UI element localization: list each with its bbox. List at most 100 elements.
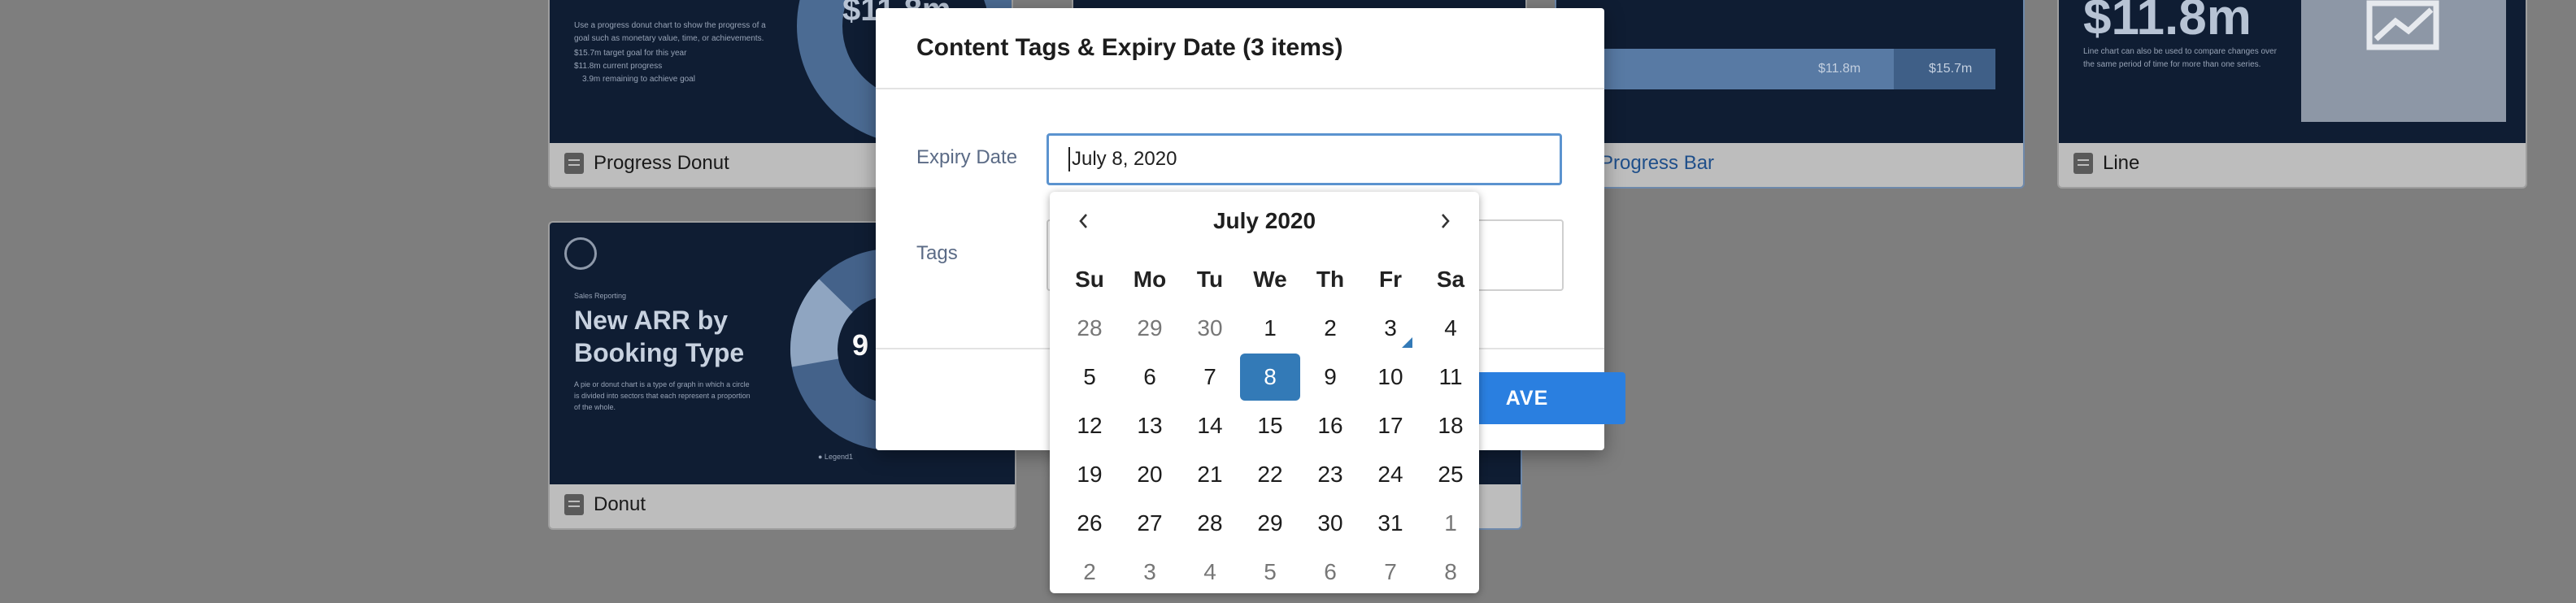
calendar-grid: Su Mo Tu We Th Fr Sa 28 29 30 1 2 3 4 5 6 7 8 9 10 11 12 13 14 1… — [1060, 255, 1481, 596]
document-icon — [2073, 153, 2093, 174]
calendar-day[interactable]: 17 — [1360, 401, 1421, 450]
card-stat-lines: $15.7m target goal for this year $11.8m … — [574, 49, 695, 84]
calendar-day-label: 29 — [1257, 510, 1283, 536]
calendar-day[interactable]: 12 — [1060, 401, 1120, 450]
calendar-day[interactable]: 23 — [1300, 450, 1360, 499]
progress-bar-track: $11.8m $15.7m — [1589, 49, 1995, 89]
calendar-day[interactable]: 1 — [1240, 304, 1300, 353]
calendar-day-label: 9 — [1324, 364, 1337, 389]
calendar-day[interactable]: 14 — [1180, 401, 1240, 450]
card-description: A pie or donut chart is a type of graph … — [574, 380, 751, 411]
calendar-day-label: 21 — [1197, 462, 1223, 487]
calendar-day[interactable]: 24 — [1360, 450, 1421, 499]
calendar-day[interactable]: 5 — [1060, 353, 1120, 401]
chevron-right-icon[interactable] — [1430, 206, 1460, 236]
calendar-day[interactable]: 30 — [1180, 304, 1240, 353]
calendar-day-label: 13 — [1137, 413, 1163, 438]
calendar-day[interactable]: 6 — [1120, 353, 1180, 401]
calendar-day[interactable]: 29 — [1120, 304, 1180, 353]
calendar-day[interactable]: 16 — [1300, 401, 1360, 450]
calendar-day-label: 4 — [1203, 559, 1216, 584]
calendar-day-label: 28 — [1197, 510, 1223, 536]
calendar-day[interactable]: 2 — [1060, 548, 1120, 596]
calendar-day[interactable]: 25 — [1421, 450, 1481, 499]
calendar-day[interactable]: 26 — [1060, 499, 1120, 548]
calendar-day-label: 25 — [1438, 462, 1464, 487]
document-icon — [564, 153, 584, 174]
calendar-day[interactable]: 29 — [1240, 499, 1300, 548]
calendar-day[interactable]: 5 — [1240, 548, 1300, 596]
card-line[interactable]: $11.8m Line chart can also be used to co… — [2057, 0, 2527, 189]
calendar-day[interactable]: 21 — [1180, 450, 1240, 499]
expiry-date-input[interactable]: July 8, 2020 — [1046, 133, 1562, 185]
calendar-day[interactable]: 15 — [1240, 401, 1300, 450]
weekday-header: Th — [1316, 267, 1345, 292]
calendar-day[interactable]: 6 — [1300, 548, 1360, 596]
card-label: Progress Bar — [1600, 152, 1715, 174]
calendar-day[interactable]: 4 — [1421, 304, 1481, 353]
calendar-day[interactable]: 11 — [1421, 353, 1481, 401]
calendar-day-label: 20 — [1137, 462, 1163, 487]
calendar-day-label: 2 — [1324, 315, 1337, 341]
card-label: Line — [2103, 152, 2140, 174]
calendar-day[interactable]: 10 — [1360, 353, 1421, 401]
calendar-day[interactable]: 3 — [1360, 304, 1421, 353]
card-eyebrow: Sales Reporting — [574, 292, 627, 300]
card-thumbnail: $11.8m Line chart can also be used to co… — [2059, 0, 2526, 143]
weekday-header: Fr — [1379, 267, 1402, 292]
calendar-day-label: 10 — [1377, 364, 1403, 389]
calendar-day[interactable]: 7 — [1180, 353, 1240, 401]
calendar-day[interactable]: 3 — [1120, 548, 1180, 596]
calendar-header: July 2020 — [1050, 192, 1479, 250]
document-icon — [564, 494, 584, 515]
calendar-day-label: 31 — [1377, 510, 1403, 536]
calendar-day-label: 1 — [1264, 315, 1277, 341]
calendar-day[interactable]: 18 — [1421, 401, 1481, 450]
calendar-day[interactable]: 28 — [1180, 499, 1240, 548]
select-circle[interactable] — [564, 237, 597, 270]
calendar-day-label: 11 — [1438, 364, 1463, 389]
progress-bar-target: $15.7m — [1929, 62, 1973, 76]
calendar-day-label: 28 — [1077, 315, 1103, 341]
card-description: Use a progress donut chart to show the p… — [574, 21, 766, 43]
card-thumbnail: $11.8m $15.7m — [1556, 0, 2023, 143]
weekday-header: Su — [1075, 267, 1104, 292]
calendar-day[interactable]: 7 — [1360, 548, 1421, 596]
calendar-day[interactable]: 4 — [1180, 548, 1240, 596]
calendar-day[interactable]: 8 — [1421, 548, 1481, 596]
card-progress-bar[interactable]: $11.8m $15.7m Progress Bar — [1555, 0, 2025, 189]
line-chart-placeholder — [2301, 0, 2506, 122]
calendar-day[interactable]: 9 — [1300, 353, 1360, 401]
calendar-day[interactable]: 30 — [1300, 499, 1360, 548]
calendar-day-label: 22 — [1257, 462, 1283, 487]
calendar-day-label: 6 — [1143, 364, 1156, 389]
calendar-day[interactable]: 2 — [1300, 304, 1360, 353]
expiry-date-label: Expiry Date — [916, 146, 1018, 168]
card-footer: Donut — [550, 481, 1015, 528]
weekday-header: Sa — [1436, 267, 1465, 292]
calendar-day-label: 24 — [1377, 462, 1403, 487]
calendar-day-label: 7 — [1203, 364, 1216, 389]
calendar-day[interactable]: 31 — [1360, 499, 1421, 548]
text-caret — [1068, 147, 1070, 171]
calendar-day[interactable]: 22 — [1240, 450, 1300, 499]
calendar-day-label: 3 — [1384, 315, 1397, 341]
calendar-day[interactable]: 27 — [1120, 499, 1180, 548]
calendar-day[interactable]: 20 — [1120, 450, 1180, 499]
chevron-left-icon[interactable] — [1069, 206, 1099, 236]
calendar-month-label[interactable]: July 2020 — [1213, 208, 1316, 234]
calendar-day-label: 19 — [1077, 462, 1103, 487]
card-title: New ARR by Booking Type — [574, 306, 745, 367]
calendar-day-selected[interactable]: 8 — [1240, 353, 1300, 401]
calendar-day-label: 29 — [1137, 315, 1163, 341]
calendar-day[interactable]: 1 — [1421, 499, 1481, 548]
weekday-header: Mo — [1133, 267, 1167, 292]
calendar-day-label: 16 — [1317, 413, 1343, 438]
calendar-day[interactable]: 28 — [1060, 304, 1120, 353]
progress-bar-value: $11.8m — [1818, 62, 1861, 76]
calendar-day-label: 5 — [1264, 559, 1277, 584]
calendar-day-label: 8 — [1240, 354, 1300, 401]
calendar-day[interactable]: 13 — [1120, 401, 1180, 450]
calendar-day[interactable]: 19 — [1060, 450, 1120, 499]
calendar-day-label: 12 — [1077, 413, 1103, 438]
